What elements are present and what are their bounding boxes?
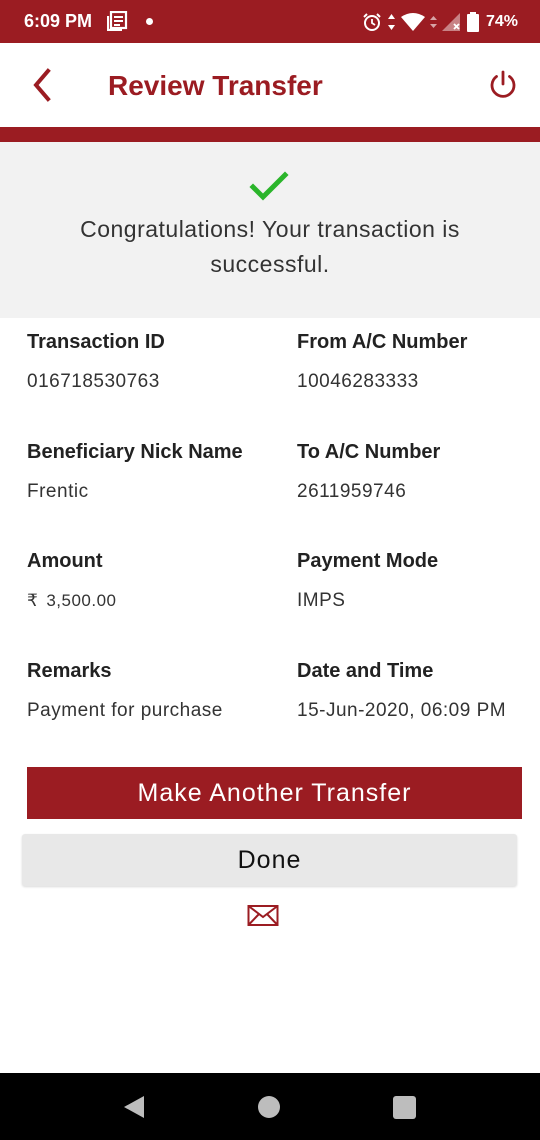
transaction-id-label: Transaction ID — [27, 331, 165, 353]
system-nav-bar — [0, 1073, 540, 1140]
transaction-id-field: Transaction ID 016718530763 — [27, 331, 165, 393]
beneficiary-field: Beneficiary Nick Name Frentic — [27, 441, 243, 503]
data-arrows-icon — [387, 14, 395, 30]
to-account-field: To A/C Number 2611959746 — [297, 441, 440, 503]
to-account-label: To A/C Number — [297, 441, 441, 463]
beneficiary-value: Frentic — [27, 481, 89, 502]
amount-row: ₹3,500.00 — [27, 590, 117, 612]
app-header: Review Transfer — [0, 43, 540, 127]
news-icon — [107, 11, 128, 31]
wifi-icon — [400, 13, 425, 31]
from-account-field: From A/C Number 10046283333 — [297, 331, 467, 393]
nav-home-icon[interactable] — [258, 1096, 280, 1118]
payment-mode-label: Payment Mode — [297, 550, 439, 572]
transaction-id-value: 016718530763 — [27, 371, 160, 392]
done-button[interactable]: Done — [22, 834, 517, 886]
amount-field: Amount ₹3,500.00 — [27, 550, 117, 612]
make-another-transfer-button[interactable]: Make Another Transfer — [27, 767, 522, 819]
chevron-left-icon[interactable] — [26, 65, 60, 105]
battery-icon — [466, 12, 479, 32]
alarm-icon — [363, 13, 381, 31]
nav-recents-icon[interactable] — [393, 1096, 416, 1119]
wifi-activity-icon — [429, 16, 437, 28]
check-icon — [249, 171, 289, 201]
nav-back-icon[interactable] — [122, 1095, 146, 1119]
status-time: 6:09 PM — [24, 11, 93, 31]
envelope-icon[interactable] — [247, 903, 279, 927]
success-message: Congratulations! Your transaction is suc… — [80, 216, 460, 277]
remarks-value: Payment for purchase — [27, 700, 223, 721]
from-account-value: 10046283333 — [297, 371, 419, 392]
rupee-icon: ₹ — [27, 591, 39, 610]
battery-percentage: 74% — [485, 13, 518, 30]
remarks-field: Remarks Payment for purchase — [27, 660, 223, 722]
amount-label: Amount — [27, 550, 103, 572]
date-time-field: Date and Time 15-Jun-2020, 06:09 PM — [297, 660, 506, 722]
payment-mode-value: IMPS — [297, 590, 346, 611]
signal-icon — [441, 13, 460, 31]
remarks-label: Remarks — [27, 660, 112, 682]
notification-dot-icon — [146, 18, 153, 25]
payment-mode-field: Payment Mode IMPS — [297, 550, 438, 612]
from-account-label: From A/C Number — [297, 331, 468, 353]
page-title: Review Transfer — [108, 70, 323, 101]
success-panel: Congratulations! Your transaction is suc… — [0, 142, 540, 318]
to-account-value: 2611959746 — [297, 481, 407, 502]
status-icons: 74% — [362, 8, 518, 36]
power-icon[interactable] — [486, 68, 520, 102]
date-time-value: 15-Jun-2020, 06:09 PM — [297, 700, 507, 721]
header-divider — [0, 127, 540, 142]
status-bar: 6:09 PM 74% — [0, 0, 540, 43]
beneficiary-label: Beneficiary Nick Name — [27, 441, 243, 463]
date-time-label: Date and Time — [297, 660, 434, 682]
amount-value: 3,500.00 — [46, 591, 117, 610]
